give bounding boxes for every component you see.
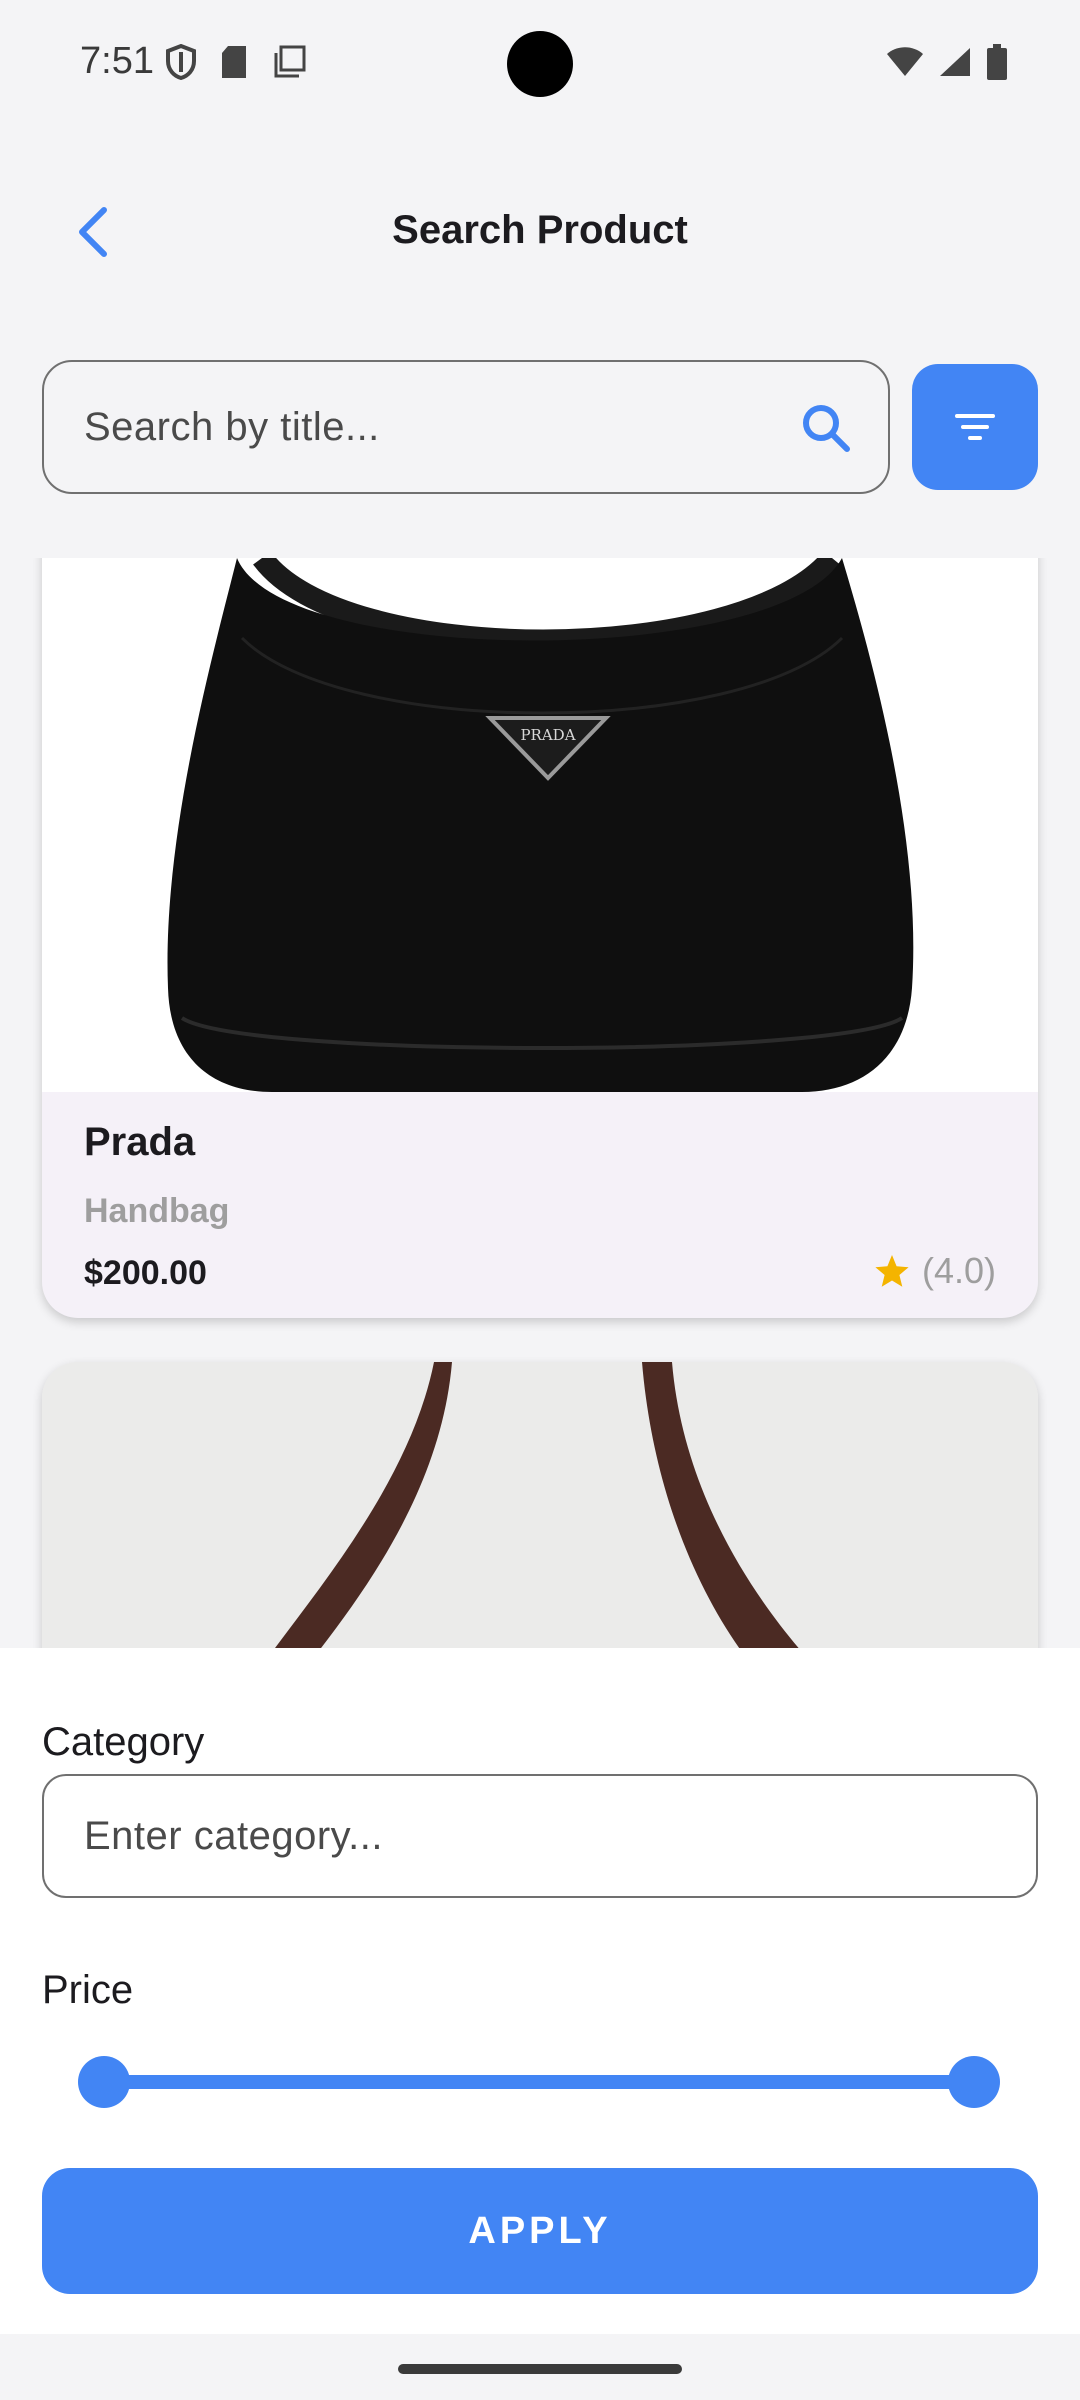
battery-icon xyxy=(987,44,1007,80)
signal-icon xyxy=(940,48,970,76)
product-image: PRADA xyxy=(42,558,1038,1092)
product-info: Prada Handbag $200.00 (4.0) xyxy=(42,1092,1038,1318)
product-title: Prada xyxy=(84,1120,196,1164)
price-slider-max-thumb[interactable] xyxy=(948,2056,1000,2108)
handbag-image: PRADA xyxy=(42,558,1038,1092)
status-icons-right xyxy=(886,44,1008,80)
product-list[interactable]: PRADA Prada Handbag $200.00 (4.0) xyxy=(0,558,1080,1648)
shield-icon xyxy=(166,44,196,80)
camera-cutout xyxy=(507,31,573,97)
app-header: Search Product xyxy=(0,160,1080,300)
product-card[interactable]: PRADA Prada Handbag $200.00 (4.0) xyxy=(42,558,1038,1318)
home-indicator[interactable] xyxy=(398,2364,682,2374)
status-bar: 7:51 xyxy=(0,0,1080,130)
price-label: Price xyxy=(42,1968,134,2012)
product-category: Handbag xyxy=(84,1192,230,1230)
product-card[interactable] xyxy=(42,1362,1038,1648)
product-rating: (4.0) xyxy=(874,1250,996,1292)
category-input[interactable] xyxy=(84,1776,984,1896)
apply-button[interactable]: APPLY xyxy=(42,2168,1038,2294)
search-input[interactable] xyxy=(84,362,784,492)
product-image xyxy=(42,1362,1038,1648)
copy-icon xyxy=(274,45,306,78)
category-field[interactable] xyxy=(42,1774,1038,1898)
search-icon[interactable] xyxy=(800,402,852,454)
brand-logo-text: PRADA xyxy=(520,726,575,744)
rating-value: (4.0) xyxy=(921,1250,996,1291)
product-price: $200.00 xyxy=(84,1254,207,1292)
status-icons-left xyxy=(166,44,306,80)
search-box[interactable] xyxy=(42,360,890,494)
star-icon xyxy=(875,1255,909,1287)
status-time: 7:51 xyxy=(80,40,154,82)
category-label: Category xyxy=(42,1720,205,1764)
price-slider-track[interactable] xyxy=(104,2075,976,2089)
price-slider-min-thumb[interactable] xyxy=(78,2056,130,2108)
page-title: Search Product xyxy=(392,208,688,252)
wifi-icon xyxy=(887,47,923,76)
filter-button[interactable] xyxy=(912,364,1038,490)
sd-card-icon xyxy=(222,46,246,78)
filter-icon xyxy=(955,414,995,440)
leather-bag-image xyxy=(42,1362,1038,1648)
